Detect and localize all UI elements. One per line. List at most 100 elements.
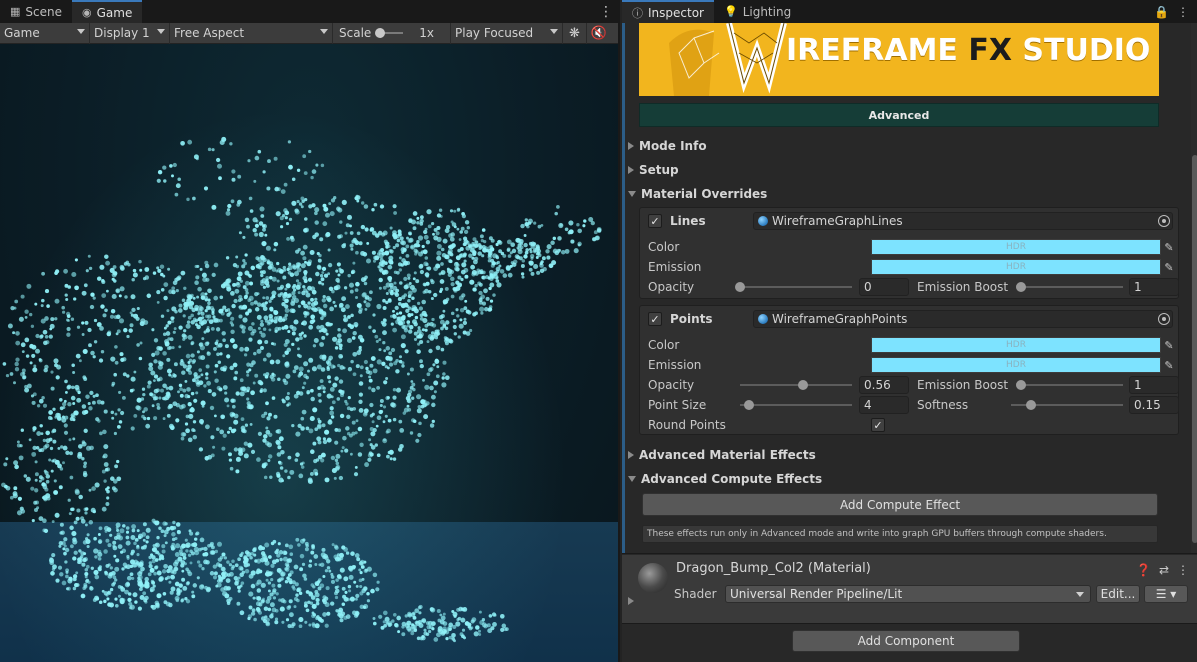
lines-enabled-checkbox[interactable]: ✓ (648, 214, 662, 228)
point (433, 235, 439, 241)
point (392, 457, 397, 461)
display-dropdown[interactable]: Display 1 (90, 22, 170, 44)
point (365, 302, 371, 308)
object-picker-icon[interactable] (1158, 313, 1170, 325)
points-size-slider[interactable] (740, 396, 852, 414)
lines-opacity-slider[interactable] (735, 278, 852, 296)
tab-lighting[interactable]: 💡 Lighting (714, 0, 801, 23)
points-emission-swatch[interactable]: HDR (871, 357, 1161, 373)
point (172, 401, 178, 407)
foldout-arrow-icon[interactable] (628, 597, 634, 605)
points-opacity-slider[interactable] (740, 376, 852, 394)
help-icon[interactable]: ❓ (1136, 563, 1151, 577)
foldout-arrow-icon (628, 142, 634, 150)
point (407, 276, 411, 280)
lines-opacity-field[interactable]: 0 (859, 278, 909, 296)
tab-game[interactable]: ◉ Game (72, 0, 143, 23)
point (320, 163, 325, 168)
slider-knob[interactable] (743, 400, 754, 410)
point (270, 342, 275, 346)
add-component-button[interactable]: Add Component (792, 630, 1020, 652)
slider-knob[interactable] (1016, 282, 1026, 292)
points-material-field[interactable]: WireframeGraphPoints (753, 310, 1173, 328)
points-emission-boost-slider[interactable] (1016, 376, 1123, 394)
point (93, 548, 99, 554)
slider-knob[interactable] (1016, 380, 1026, 390)
slider-track (740, 384, 852, 386)
lines-emission-boost-field[interactable]: 1 (1129, 278, 1179, 296)
points-round-checkbox[interactable]: ✓ (871, 418, 885, 432)
mode-toggle-advanced[interactable]: Advanced (639, 103, 1159, 127)
scrollbar-thumb[interactable] (1192, 155, 1197, 543)
tab-inspector[interactable]: ⓘ Inspector (622, 0, 714, 23)
foldout-mode-info[interactable]: Mode Info (628, 137, 707, 155)
point (459, 307, 465, 313)
points-softness-field[interactable]: 0.15 (1129, 396, 1179, 414)
scale-slider[interactable] (375, 28, 404, 38)
lines-emission-swatch[interactable]: HDR (871, 259, 1161, 275)
point (180, 599, 184, 603)
point (132, 592, 138, 598)
points-softness-slider[interactable] (1011, 396, 1123, 414)
kebab-menu-icon[interactable]: ⋮ (1177, 563, 1189, 577)
point (277, 267, 282, 273)
foldout-setup[interactable]: Setup (628, 161, 679, 179)
point (189, 531, 194, 536)
point (326, 566, 331, 570)
point (156, 402, 160, 407)
aspect-dropdown[interactable]: Free Aspect (170, 22, 333, 44)
point (269, 592, 274, 597)
point (92, 509, 96, 514)
point (46, 304, 50, 308)
bug-icon[interactable]: ❋ (563, 22, 587, 44)
point (315, 271, 320, 277)
foldout-advanced-compute-effects[interactable]: Advanced Compute Effects (628, 470, 822, 488)
point (14, 367, 20, 372)
foldout-material-overrides[interactable]: Material Overrides (628, 185, 767, 203)
add-compute-effect-button[interactable]: Add Compute Effect (642, 493, 1158, 516)
eyedropper-icon[interactable]: ✎ (1160, 337, 1178, 353)
display-mode-dropdown[interactable]: Game (0, 22, 90, 44)
slider-knob[interactable] (1026, 400, 1037, 410)
kebab-menu-icon[interactable]: ⋮ (1177, 5, 1189, 19)
mute-audio-icon[interactable]: 🔇 (587, 23, 611, 44)
point (50, 370, 54, 374)
point (336, 262, 341, 267)
slider-knob[interactable] (735, 282, 745, 292)
point (321, 282, 325, 286)
points-size-field[interactable]: 4 (859, 396, 909, 414)
points-opacity-field[interactable]: 0.56 (859, 376, 909, 394)
points-emission-boost-field[interactable]: 1 (1129, 376, 1179, 394)
point (194, 537, 198, 541)
shader-dropdown[interactable]: Universal Render Pipeline/Lit (725, 585, 1091, 603)
kebab-menu-icon[interactable]: ⋮ (594, 0, 618, 23)
lines-color-swatch[interactable]: HDR (871, 239, 1161, 255)
eyedropper-icon[interactable]: ✎ (1160, 357, 1178, 373)
foldout-advanced-material-effects[interactable]: Advanced Material Effects (628, 446, 816, 464)
point (231, 412, 236, 417)
lines-emission-boost-slider[interactable] (1016, 278, 1123, 296)
point (416, 394, 422, 400)
preset-settings-icon[interactable]: ⇄ (1159, 563, 1169, 577)
inspector-scrollbar[interactable] (1191, 23, 1197, 553)
slider-knob[interactable] (797, 380, 808, 390)
scale-slider-knob[interactable] (375, 28, 386, 38)
point (205, 314, 209, 319)
points-color-swatch[interactable]: HDR (871, 337, 1161, 353)
point (440, 262, 444, 266)
edit-shader-button[interactable]: Edit... (1096, 585, 1140, 603)
game-viewport[interactable] (0, 44, 618, 662)
lines-material-field[interactable]: WireframeGraphLines (753, 212, 1173, 230)
object-picker-icon[interactable] (1158, 215, 1170, 227)
play-mode-dropdown[interactable]: Play Focused (451, 22, 563, 44)
shader-menu-button[interactable]: ☰ ▾ (1144, 585, 1188, 603)
eyedropper-icon[interactable]: ✎ (1160, 239, 1178, 255)
tab-scene[interactable]: ▦ Scene (0, 0, 72, 23)
eyedropper-icon[interactable]: ✎ (1160, 259, 1178, 275)
lock-icon[interactable]: 🔒 (1154, 5, 1169, 19)
point (238, 294, 243, 300)
point (175, 276, 181, 281)
points-enabled-checkbox[interactable]: ✓ (648, 312, 662, 326)
point (376, 580, 380, 584)
point (238, 231, 242, 235)
